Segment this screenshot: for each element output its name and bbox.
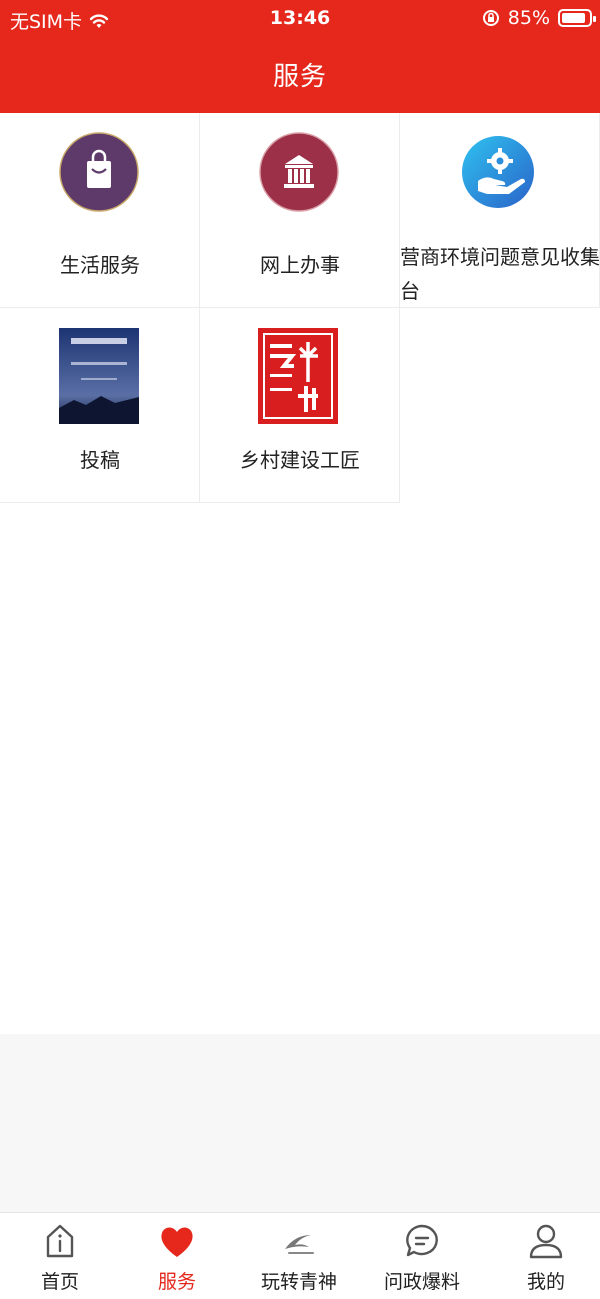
tab-explore-label: 玩转青神 (260, 1271, 337, 1293)
rotation-lock-icon (482, 10, 499, 26)
service-life[interactable]: 生活服务 (0, 113, 200, 308)
tab-profile[interactable]: 我的 (486, 1213, 600, 1299)
tab-report[interactable]: 问政爆料 (362, 1213, 482, 1299)
rural-seal-icon (258, 328, 338, 424)
hand-gear-icon (460, 131, 542, 213)
poster-image (59, 328, 139, 424)
battery-percent: 85% (507, 7, 550, 29)
bottom-spacer (0, 1034, 600, 1212)
service-business-feedback[interactable]: 营商环境问题意见收集平台 (400, 113, 600, 308)
tab-bar: 首页 服务 玩转青神 问政爆料 我的 (0, 1212, 600, 1299)
chat-bubble-icon (402, 1221, 442, 1261)
service-business-feedback-label: 营商环境问题意见收集平台 (400, 245, 600, 303)
battery-icon (558, 9, 596, 27)
tab-profile-label: 我的 (526, 1271, 565, 1293)
tab-services[interactable]: 服务 (117, 1213, 237, 1299)
tab-report-label: 问政爆料 (383, 1271, 460, 1293)
status-bar: 无SIM卡 13:46 85% (0, 0, 600, 38)
home-icon (40, 1221, 80, 1261)
service-submit-article[interactable]: 投稿 (0, 308, 200, 503)
tab-services-label: 服务 (157, 1271, 196, 1293)
user-icon (526, 1221, 566, 1261)
top-bar: 无SIM卡 13:46 85% 服务 (0, 0, 600, 113)
tab-home[interactable]: 首页 (0, 1213, 120, 1299)
service-rural-craftsman[interactable]: 乡村建设工匠 (200, 308, 400, 503)
page-title: 服务 (272, 62, 327, 92)
tab-home-label: 首页 (40, 1271, 79, 1293)
service-life-label: 生活服务 (60, 253, 140, 277)
heart-icon (157, 1221, 197, 1261)
service-rural-craftsman-label: 乡村建设工匠 (240, 448, 360, 472)
service-submit-article-label: 投稿 (80, 448, 120, 472)
service-online-affairs-label: 网上办事 (260, 253, 340, 277)
tab-explore[interactable]: 玩转青神 (239, 1213, 359, 1299)
explore-logo-icon (279, 1221, 319, 1261)
bank-building-icon (258, 131, 340, 213)
shopping-bag-icon (58, 131, 140, 213)
status-right: 85% (482, 7, 596, 29)
service-online-affairs[interactable]: 网上办事 (200, 113, 400, 308)
